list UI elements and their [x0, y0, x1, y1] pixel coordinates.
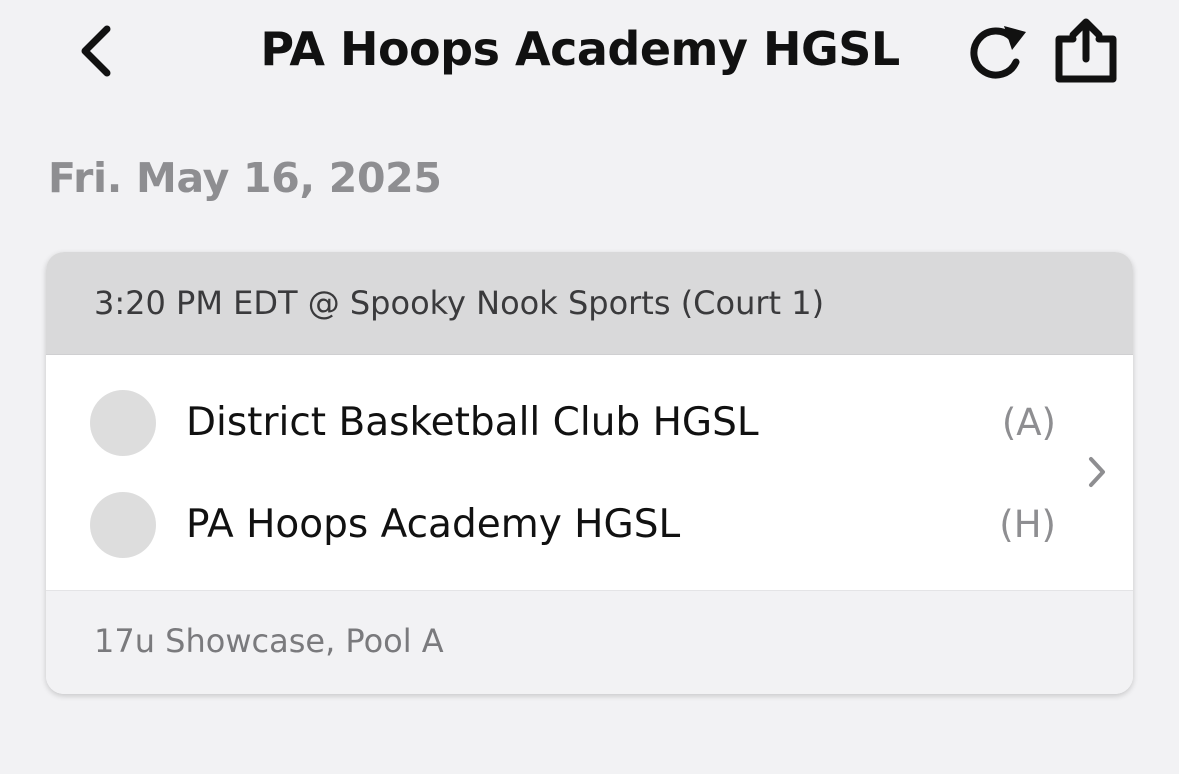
team-row-away: District Basketball Club HGSL (A): [46, 372, 1076, 462]
team-logo-placeholder: [90, 492, 156, 558]
game-time-location: 3:20 PM EDT @ Spooky Nook Sports (Court …: [94, 284, 825, 322]
team-side-indicator: (H): [999, 503, 1056, 546]
game-card[interactable]: 3:20 PM EDT @ Spooky Nook Sports (Court …: [46, 252, 1133, 694]
team-name: PA Hoops Academy HGSL: [186, 502, 681, 547]
game-card-header: 3:20 PM EDT @ Spooky Nook Sports (Court …: [46, 252, 1133, 355]
game-card-footer: 17u Showcase, Pool A: [46, 590, 1133, 694]
team-row-home: PA Hoops Academy HGSL (H): [46, 474, 1076, 564]
share-icon: [1055, 18, 1117, 83]
navigation-bar: PA Hoops Academy HGSL: [0, 0, 1179, 100]
chevron-left-icon: [81, 25, 111, 77]
page-title: PA Hoops Academy HGSL: [260, 22, 900, 76]
chevron-right-icon: [1082, 452, 1112, 492]
team-side-indicator: (A): [1001, 401, 1056, 444]
team-name: District Basketball Club HGSL: [186, 400, 759, 445]
date-heading: Fri. May 16, 2025: [48, 154, 442, 202]
division-pool-label: 17u Showcase, Pool A: [94, 622, 444, 660]
refresh-button[interactable]: [962, 20, 1030, 84]
team-logo-placeholder: [90, 390, 156, 456]
back-button[interactable]: [70, 22, 120, 80]
share-button[interactable]: [1050, 16, 1122, 86]
refresh-icon: [970, 26, 1026, 79]
